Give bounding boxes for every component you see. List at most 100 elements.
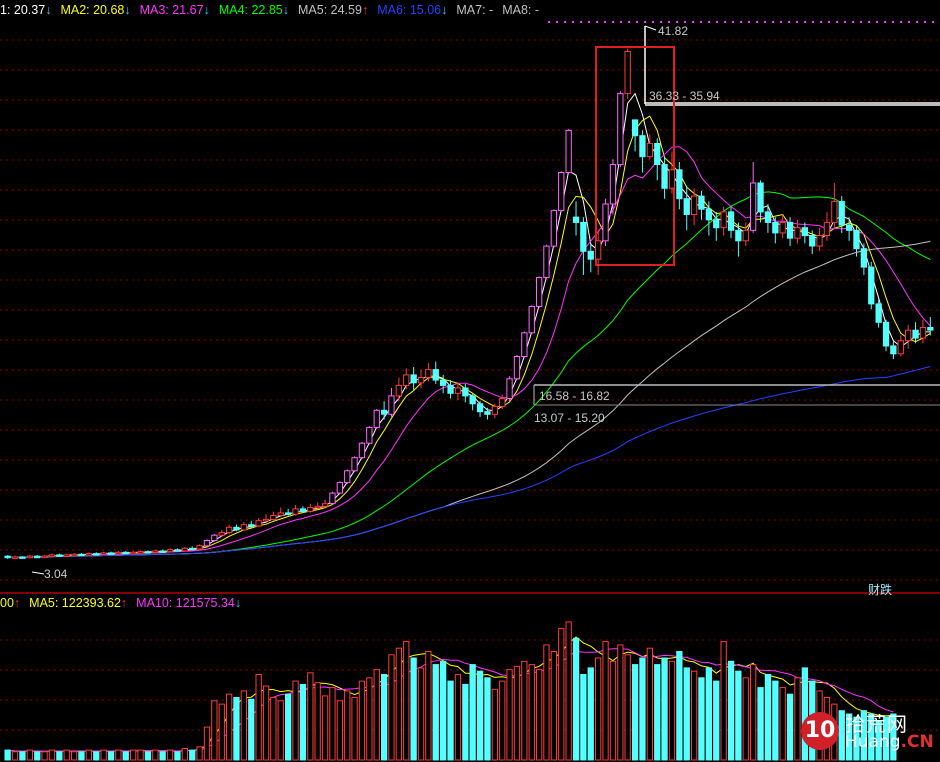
- volume-bar: [270, 697, 277, 761]
- volume-bar: [240, 690, 247, 761]
- volume-bar: [757, 687, 764, 761]
- candle-body: [698, 195, 705, 210]
- candle-body: [48, 554, 56, 557]
- ma-line-3: [7, 92, 931, 558]
- candle-body: [882, 321, 890, 347]
- volume-bar: [115, 749, 122, 761]
- candles: [4, 48, 934, 559]
- volume-bar: [351, 697, 358, 761]
- candle-body: [166, 549, 174, 553]
- volume-bar: [329, 687, 336, 761]
- volume-bar: [683, 667, 690, 761]
- candle-body: [528, 306, 535, 334]
- candle-body: [595, 240, 602, 260]
- volume-legend-item-2: MA10: 121575.34↓: [136, 596, 242, 610]
- volume-bar: [410, 657, 417, 761]
- candle-body: [240, 524, 247, 531]
- volume-bar: [174, 751, 181, 761]
- candle-body: [646, 143, 654, 158]
- volume-bar: [572, 637, 580, 761]
- kline-chart: [0, 21, 940, 761]
- volume-bar: [321, 695, 329, 761]
- candle-body: [351, 457, 358, 472]
- volume-bar: [366, 677, 373, 761]
- candle-body: [233, 526, 240, 531]
- candle-body: [366, 426, 373, 444]
- volume-bar: [189, 749, 196, 761]
- candle-body: [4, 555, 11, 559]
- candle-body: [344, 470, 351, 484]
- volume-bar: [417, 667, 425, 761]
- candle-body: [816, 235, 823, 247]
- candle-body: [536, 277, 543, 308]
- volume-bar: [203, 726, 211, 761]
- candle-body: [19, 556, 26, 559]
- candle-body: [558, 172, 565, 212]
- candle-body: [794, 227, 801, 239]
- candle-body: [26, 555, 34, 559]
- candle-body: [506, 378, 513, 399]
- volume-bars: [4, 621, 897, 761]
- volume-bar: [248, 698, 255, 761]
- candle-body: [912, 329, 919, 339]
- volume-bar: [4, 749, 11, 761]
- volume-bar: [565, 621, 572, 761]
- volume-legend-item-0: 00↑: [0, 596, 21, 610]
- candle-body: [174, 549, 181, 552]
- ma-line-30: [7, 191, 931, 558]
- candle-body: [122, 551, 129, 555]
- candle-body: [846, 224, 853, 231]
- range-label-1: 36.33 - 35.94: [649, 89, 720, 103]
- volume-bar: [691, 670, 698, 761]
- volume-bar: [654, 664, 661, 761]
- finance-tag[interactable]: 财跌: [868, 581, 892, 598]
- candle-body: [78, 553, 85, 557]
- candle-body: [609, 164, 617, 205]
- logo-en-suffix: .CN: [900, 732, 934, 752]
- candle-body: [71, 553, 78, 557]
- logo-en-prefix: Huang: [845, 732, 901, 752]
- finance-tag-char: 财: [868, 583, 881, 597]
- volume-bar: [41, 751, 48, 761]
- candle-body: [417, 377, 425, 384]
- candle-body: [742, 229, 749, 242]
- candle-body: [381, 409, 388, 415]
- candle-body: [34, 555, 41, 559]
- candle-body: [130, 551, 137, 555]
- volume-bar: [425, 651, 432, 761]
- volume-bar: [63, 749, 70, 761]
- volume-bar: [107, 751, 115, 761]
- volume-bar: [543, 644, 550, 761]
- volume-bar: [395, 647, 403, 761]
- volume-bar: [698, 677, 705, 761]
- candle-body: [277, 512, 284, 517]
- volume-bar: [794, 677, 801, 761]
- candle-body: [764, 211, 772, 223]
- candle-body: [388, 395, 395, 415]
- candle-body: [484, 411, 491, 415]
- volume-bar: [336, 700, 344, 761]
- candle-body: [226, 526, 233, 534]
- volume-bar: [71, 751, 78, 761]
- volume-bar: [388, 654, 395, 761]
- candle-body: [395, 384, 403, 397]
- volume-bar: [499, 680, 506, 761]
- volume-bar: [159, 751, 166, 761]
- candle-body: [63, 554, 70, 557]
- candle-body: [410, 374, 417, 384]
- price-legend-item-0: 1: 20.37↓: [0, 3, 52, 17]
- price-grid: [0, 21, 940, 594]
- volume-bar: [750, 664, 757, 761]
- candle-body: [93, 553, 100, 556]
- candle-body: [757, 182, 764, 213]
- volume-bar: [476, 670, 484, 761]
- candle-body: [750, 182, 757, 231]
- volume-bar: [631, 664, 639, 761]
- volume-bar: [130, 749, 137, 761]
- volume-bar: [307, 672, 314, 761]
- volume-bar: [93, 751, 100, 761]
- volume-bar: [720, 641, 727, 761]
- logo-text-en: Huang.CN: [845, 732, 934, 752]
- volume-bar: [381, 674, 388, 761]
- volume-bar: [19, 751, 26, 761]
